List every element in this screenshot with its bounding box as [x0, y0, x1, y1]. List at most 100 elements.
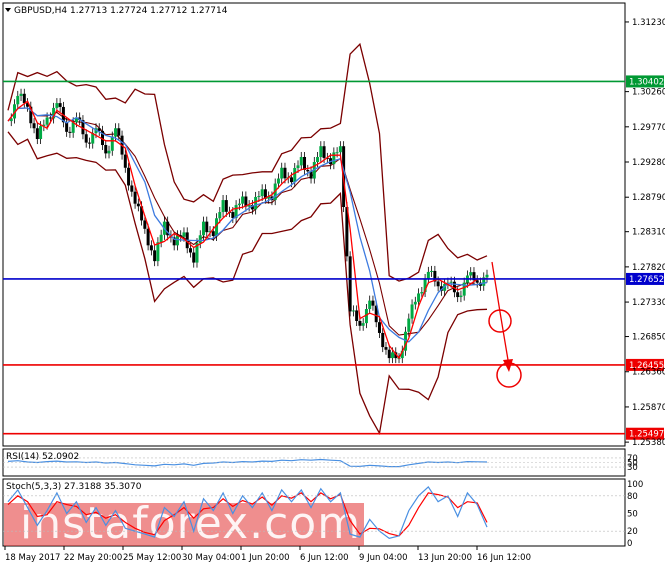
candle-body: [110, 136, 114, 151]
candle-body: [58, 103, 62, 107]
candle-body: [280, 167, 284, 179]
candle-body: [241, 196, 245, 204]
candle-body: [322, 146, 326, 158]
rsi-label: RSI(14) 52.0902: [6, 452, 79, 462]
candle-body: [211, 231, 215, 236]
candle-body: [293, 167, 297, 183]
price-tick-label: 1.29770: [632, 123, 665, 133]
candle-body: [319, 146, 323, 157]
stoch-tick-label: 0: [627, 539, 632, 549]
candle-body: [469, 272, 473, 276]
price-tick-label: 1.25380: [632, 438, 665, 448]
candle-body: [205, 221, 209, 233]
candle-body: [456, 292, 460, 298]
stoch-tick-label: 80: [627, 492, 638, 502]
price-tick-label: 1.30260: [632, 88, 665, 98]
candle-body: [107, 150, 111, 154]
candle-body: [143, 220, 147, 229]
candle-body: [391, 352, 395, 359]
candle-body: [35, 128, 39, 140]
price-tick-label: 1.27820: [632, 263, 665, 273]
candle-body: [381, 332, 385, 348]
candle-body: [202, 221, 206, 236]
candle-body: [117, 128, 121, 136]
candle-body: [377, 322, 381, 333]
candle-body: [127, 167, 131, 186]
candle-body: [231, 212, 235, 219]
candle-body: [485, 274, 489, 278]
candle-body: [156, 242, 160, 262]
candle-body: [338, 146, 342, 153]
price-tick-label: 1.26360: [632, 368, 665, 378]
candle-body: [410, 304, 414, 319]
rsi-tick-label: 30: [627, 463, 638, 473]
price-panel: [2, 2, 626, 447]
candle-body: [48, 117, 52, 119]
candle-body: [420, 292, 424, 294]
candle-body: [153, 250, 157, 262]
candle-body: [182, 232, 186, 237]
candle-body: [260, 189, 264, 197]
stoch-tick-label: 20: [627, 527, 638, 537]
candle-body: [188, 248, 192, 253]
price-tick-label: 1.28310: [632, 228, 665, 238]
candle-body: [417, 293, 421, 302]
candle-body: [358, 320, 362, 326]
candle-body: [306, 169, 310, 172]
price-tick-label: 1.29280: [632, 158, 665, 168]
candle-body: [371, 300, 375, 306]
candle-body: [22, 93, 26, 104]
candle-body: [97, 128, 101, 131]
price-tick-label: 1.25870: [632, 403, 665, 413]
candle-body: [449, 281, 453, 283]
candle-body: [257, 196, 261, 198]
candle-body: [224, 200, 228, 212]
time-tick-label: 25 May 12:00: [123, 553, 181, 563]
candle-body: [296, 165, 300, 168]
candle-body: [130, 185, 134, 192]
candle-body: [55, 103, 59, 108]
candle-body: [133, 191, 137, 204]
candle-body: [335, 152, 339, 154]
candle-body: [68, 131, 72, 133]
candle-body: [136, 203, 140, 207]
candle-body: [299, 156, 303, 166]
candle-body: [426, 271, 430, 280]
candle-body: [237, 203, 241, 206]
candle-body: [159, 234, 163, 243]
candle-body: [459, 295, 463, 298]
candle-body: [430, 270, 434, 272]
time-tick-label: 6 Jun 12:00: [300, 553, 349, 563]
candle-body: [407, 318, 411, 332]
level-tag-label: 1.30402: [629, 77, 664, 87]
candle-body: [413, 301, 417, 305]
time-tick-label: 18 May 2017: [5, 553, 60, 563]
candle-body: [355, 310, 359, 321]
candle-body: [84, 134, 88, 143]
candle-body: [123, 154, 127, 168]
price-tick-label: 1.28790: [632, 193, 665, 203]
time-tick-label: 9 Jun 04:00: [359, 553, 408, 563]
candle-body: [289, 177, 293, 183]
candle-body: [368, 300, 372, 310]
price-tick-label: 1.31230: [632, 18, 665, 28]
candle-body: [351, 310, 355, 312]
candle-body: [45, 117, 49, 125]
candle-body: [175, 235, 179, 246]
candle-body: [19, 93, 23, 96]
candle-body: [283, 167, 287, 179]
candle-body: [387, 349, 391, 359]
price-tick-label: 1.26850: [632, 333, 665, 343]
candle-body: [332, 152, 336, 165]
candle-body: [146, 228, 150, 246]
candle-body: [192, 252, 196, 263]
candle-body: [114, 128, 118, 137]
candle-body: [276, 178, 280, 184]
chart-canvas: instaforex.com 1.304021.276521.264551.25…: [2, 2, 665, 563]
candle-body: [316, 156, 320, 163]
time-tick-label: 13 Jun 20:00: [418, 553, 472, 563]
time-tick-label: 1 Jun 20:00: [241, 553, 290, 563]
stoch-tick-label: 50: [627, 510, 638, 520]
candle-body: [104, 145, 108, 154]
candle-body: [218, 212, 222, 219]
